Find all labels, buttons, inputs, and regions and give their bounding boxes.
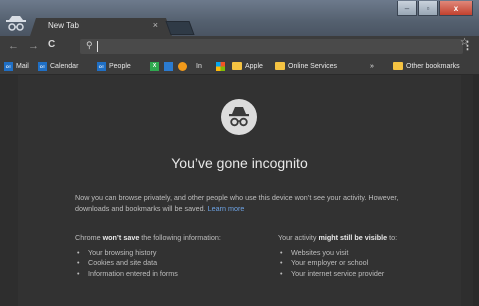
heading-bold: might still be visible — [318, 233, 388, 242]
forward-arrow-icon[interactable]: → — [28, 40, 39, 52]
tab-close-icon[interactable]: × — [153, 20, 158, 30]
tab-title: New Tab — [48, 21, 79, 30]
learn-more-link[interactable]: Learn more — [208, 204, 245, 213]
microsoft-icon — [216, 61, 225, 71]
close-window-button[interactable]: x — [439, 1, 473, 16]
text-caret — [97, 41, 98, 52]
bookmark-other-bookmarks[interactable]: Other bookmarks — [393, 60, 460, 72]
list-item: Your internet service provider — [278, 269, 468, 280]
incognito-icon — [221, 99, 257, 135]
wont-save-section: Chrome won’t save the following informat… — [75, 233, 265, 279]
incognito-page: You’ve gone incognito Now you can browse… — [18, 75, 461, 306]
bookmarks-bar: O≡ Mail O≡ Calendar O≡ People X In Apple — [0, 58, 479, 75]
minimize-button[interactable]: – — [397, 1, 417, 16]
bookmark-mail[interactable]: O≡ Mail — [4, 60, 29, 72]
reload-icon[interactable]: C — [48, 39, 55, 50]
heading-prefix: Your activity — [278, 233, 319, 242]
heading-suffix: the following information: — [139, 233, 221, 242]
heading-suffix: to: — [387, 233, 398, 242]
incognito-description: Now you can browse privately, and other … — [75, 192, 415, 214]
wont-save-heading: Chrome won’t save the following informat… — [75, 233, 265, 244]
incognito-corner-icon — [6, 16, 26, 31]
bookmark-label: In — [196, 62, 202, 70]
scrollbar[interactable] — [473, 75, 479, 306]
heading-bold: won’t save — [102, 233, 140, 242]
overflow-chevron-icon: » — [370, 62, 374, 70]
outlook-icon: O≡ — [4, 61, 13, 71]
still-visible-heading: Your activity might still be visible to: — [278, 233, 468, 244]
still-visible-section: Your activity might still be visible to:… — [278, 233, 468, 279]
folder-icon — [275, 62, 285, 70]
tab-new-tab[interactable]: New Tab × — [30, 18, 172, 36]
new-tab-button[interactable] — [165, 21, 195, 35]
maximize-button[interactable]: ▫ — [418, 1, 438, 16]
bookmark-orange[interactable] — [178, 60, 187, 72]
window-controls: – ▫ x — [397, 1, 473, 17]
bookmark-label: People — [109, 62, 131, 70]
folder-icon — [232, 62, 242, 70]
omnibox-input[interactable]: ⚲ — [80, 39, 463, 54]
bookmark-excel[interactable]: X — [150, 60, 159, 72]
bookmark-label: Apple — [245, 62, 263, 70]
bookmark-in[interactable]: In — [196, 60, 202, 72]
heading-prefix: Chrome — [75, 233, 103, 242]
title-bar: New Tab × – ▫ x — [0, 0, 479, 36]
page-title: You’ve gone incognito — [171, 155, 308, 171]
bookmark-label: Other bookmarks — [406, 62, 460, 70]
bookmark-apple[interactable]: Apple — [232, 60, 263, 72]
toolbar: ← → C ⚲ ☆ ⋮ — [0, 36, 479, 58]
bookmark-calendar[interactable]: O≡ Calendar — [38, 60, 78, 72]
list-item: Your employer or school — [278, 258, 468, 269]
excel-icon: X — [150, 61, 159, 71]
outlook-icon: O≡ — [97, 61, 106, 71]
outlook-icon: O≡ — [38, 61, 47, 71]
bookmark-online-services[interactable]: Online Services — [275, 60, 337, 72]
bookmark-microsoft[interactable] — [216, 60, 225, 72]
folder-icon — [393, 62, 403, 70]
list-item: Websites you visit — [278, 248, 468, 259]
back-arrow-icon[interactable]: ← — [8, 40, 19, 52]
bookmarks-overflow-button[interactable]: » — [370, 60, 374, 72]
orange-circle-icon — [178, 61, 187, 71]
bookmark-link[interactable] — [164, 60, 173, 72]
bookmark-label: Online Services — [288, 62, 338, 70]
bookmark-label: Mail — [16, 62, 29, 70]
bookmark-people[interactable]: O≡ People — [97, 60, 131, 72]
browser-window: New Tab × – ▫ x ← → C ⚲ ☆ ⋮ O≡ Mail O≡ C… — [0, 0, 479, 306]
bookmark-label: Calendar — [50, 62, 79, 70]
list-item: Your browsing history — [75, 248, 265, 259]
list-item: Cookies and site data — [75, 258, 265, 269]
link-icon — [164, 61, 173, 71]
search-icon: ⚲ — [86, 40, 93, 50]
list-item: Information entered in forms — [75, 269, 265, 280]
menu-icon[interactable]: ⋮ — [462, 39, 473, 52]
